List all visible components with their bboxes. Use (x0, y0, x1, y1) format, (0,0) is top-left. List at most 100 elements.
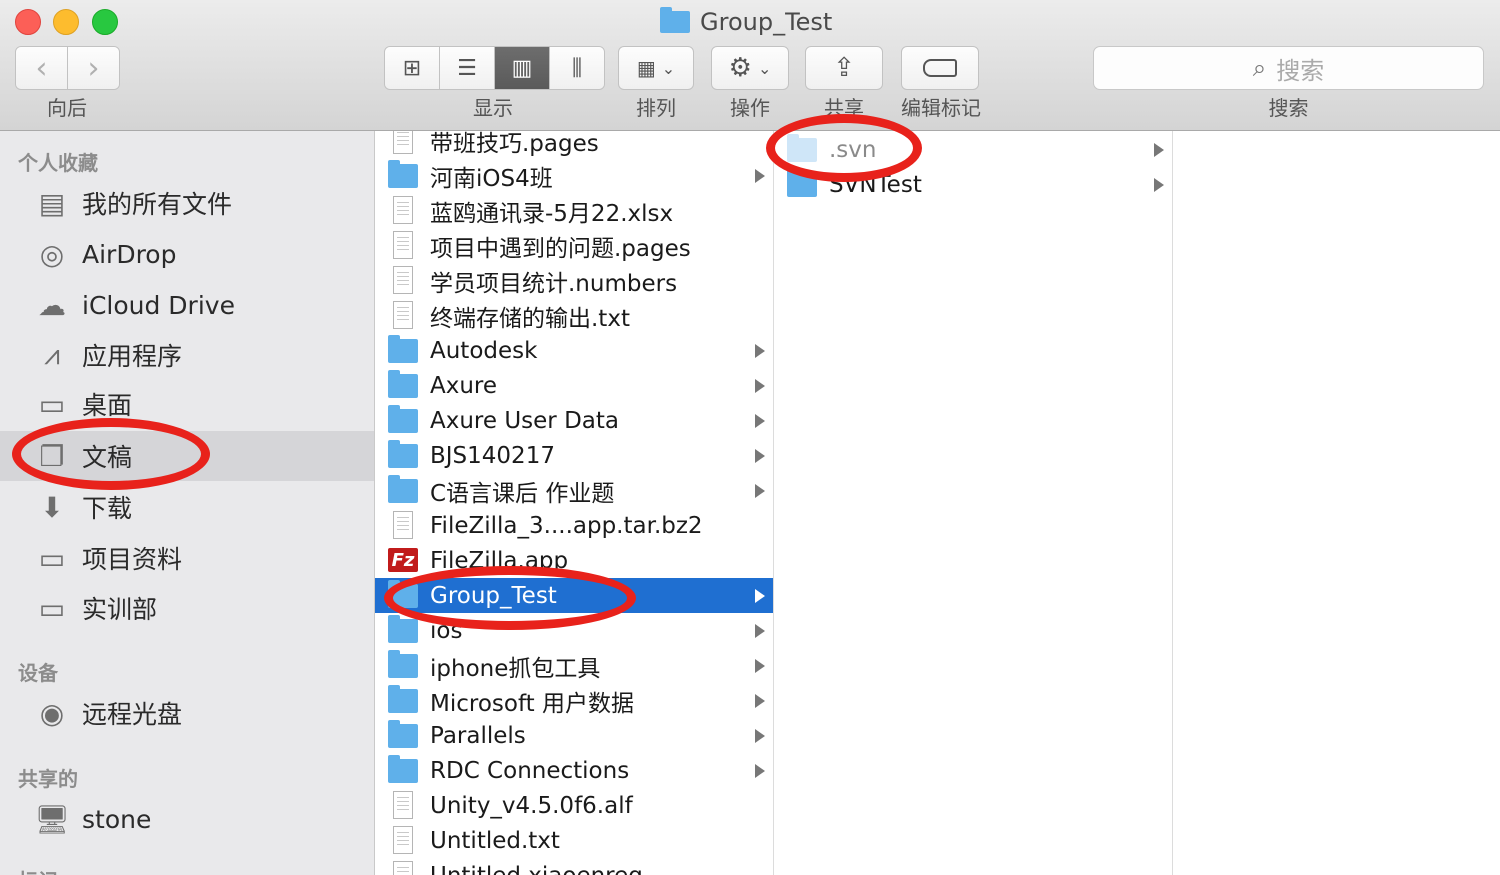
file-name: C语言课后 作业题 (430, 480, 615, 507)
sidebar-item-label: 应用程序 (82, 342, 183, 371)
folder-row-selected[interactable]: Group_Test (375, 578, 773, 613)
sidebar-item-label: 我的所有文件 (82, 190, 233, 219)
disclosure-arrow-icon (755, 693, 765, 708)
folder-row[interactable]: 河南iOS4班 (375, 158, 773, 193)
close-button[interactable] (15, 9, 41, 35)
folder-row-svn[interactable]: .svn (774, 132, 1172, 167)
file-row[interactable]: 学员项目统计.numbers (375, 263, 773, 298)
folder-row[interactable]: Parallels (375, 718, 773, 753)
folder-row[interactable]: Microsoft 用户数据 (375, 683, 773, 718)
file-name: FileZilla.app (430, 547, 569, 574)
file-row[interactable]: Untitled.txt (375, 823, 773, 858)
disclosure-arrow-icon (755, 168, 765, 183)
coverflow-view-button[interactable]: ⫼ (550, 47, 604, 89)
file-name: Parallels (430, 722, 526, 749)
file-name: FileZilla_3....app.tar.bz2 (430, 512, 703, 539)
sidebar-item-all-files[interactable]: ▤ 我的所有文件 (0, 178, 374, 228)
folder-icon: ▭ (38, 591, 66, 625)
file-row[interactable]: Unity_v4.5.0f6.alf (375, 788, 773, 823)
file-name: SVNTest (829, 171, 922, 198)
sidebar-item-label: iCloud Drive (82, 290, 235, 320)
sidebar-item-project-files[interactable]: ▭ 项目资料 (0, 533, 374, 583)
file-name: ios (430, 617, 463, 644)
document-icon (393, 861, 413, 875)
disclosure-arrow-icon (755, 378, 765, 393)
folder-row[interactable]: BJS140217 (375, 438, 773, 473)
list-view-button[interactable]: ☰ (440, 47, 495, 89)
file-name: Untitled.txt (430, 827, 560, 854)
file-row[interactable]: FileZilla_3....app.tar.bz2 (375, 508, 773, 543)
sidebar-item-applications[interactable]: ⩘ 应用程序 (0, 330, 374, 380)
disclosure-arrow-icon (755, 728, 765, 743)
sidebar-item-airdrop[interactable]: ◎ AirDrop (0, 229, 374, 279)
sidebar-item-documents[interactable]: ❐ 文稿 (0, 431, 374, 481)
file-name: 蓝鸥通讯录-5月22.xlsx (430, 200, 674, 227)
minimize-button[interactable] (53, 9, 79, 35)
disclosure-arrow-icon (755, 623, 765, 638)
folder-row[interactable]: RDC Connections (375, 753, 773, 788)
file-row[interactable]: 项目中遇到的问题.pages (375, 228, 773, 263)
folder-icon (388, 580, 418, 608)
file-name: BJS140217 (430, 442, 555, 469)
search-placeholder: 搜索 (1276, 56, 1325, 85)
view-switcher: ⊞ ☰ ▥ ⫼ (384, 46, 605, 90)
action-button[interactable]: ⚙ ⌄ (711, 46, 789, 90)
computer-icon: 🖥 (34, 802, 70, 836)
folder-icon (388, 720, 418, 748)
folder-row[interactable]: Axure User Data (375, 403, 773, 438)
spreadsheet-icon (393, 196, 413, 224)
tags-button[interactable] (901, 46, 979, 90)
chevron-down-icon: ⌄ (757, 58, 772, 78)
cloud-icon: ☁ (38, 288, 66, 322)
file-row[interactable]: 带班技巧.pages (375, 131, 773, 158)
column-view-button[interactable]: ▥ (495, 47, 550, 89)
search-label: 搜索 (1268, 96, 1309, 120)
sidebar-item-remote-disc[interactable]: ◉ 远程光盘 (0, 688, 374, 738)
folder-row[interactable]: Axure (375, 368, 773, 403)
forward-button[interactable]: › (68, 47, 119, 89)
disclosure-arrow-icon (755, 343, 765, 358)
folder-row[interactable]: ios (375, 613, 773, 648)
folder-row-svntest[interactable]: SVNTest (774, 167, 1172, 202)
download-icon: ⬇ (40, 490, 64, 524)
folder-icon (388, 405, 418, 433)
sidebar-item-desktop[interactable]: ▭ 桌面 (0, 379, 374, 429)
view-label: 显示 (473, 96, 513, 120)
folder-row[interactable]: C语言课后 作业题 (375, 473, 773, 508)
document-icon (393, 231, 413, 259)
folder-icon (388, 650, 418, 678)
file-name: Untitled.xiaoenreg (430, 863, 643, 875)
share-button[interactable]: ⇪ (805, 46, 883, 90)
file-row[interactable]: Untitled.xiaoenreg (375, 858, 773, 875)
sidebar-item-icloud-drive[interactable]: ☁ iCloud Drive (0, 280, 374, 330)
file-row[interactable]: 蓝鸥通讯录-5月22.xlsx (375, 193, 773, 228)
document-icon (393, 266, 413, 294)
folder-icon (388, 615, 418, 643)
file-name: iphone抓包工具 (430, 655, 601, 682)
sidebar-item-label: AirDrop (82, 239, 177, 269)
sidebar-item-training[interactable]: ▭ 实训部 (0, 583, 374, 633)
folder-icon (787, 169, 817, 197)
back-button[interactable]: ‹ (16, 47, 68, 89)
arrange-label: 排列 (636, 96, 676, 120)
search-field[interactable]: ⌕ 搜索 (1093, 46, 1484, 90)
file-row[interactable]: 终端存储的输出.txt (375, 298, 773, 333)
folder-icon (388, 440, 418, 468)
arrange-icon: ▦ (636, 56, 656, 80)
icon-view-button[interactable]: ⊞ (385, 47, 440, 89)
devices-header: 设备 (18, 661, 58, 685)
folder-row[interactable]: iphone抓包工具 (375, 648, 773, 683)
folder-row[interactable]: Autodesk (375, 333, 773, 368)
arrange-button[interactable]: ▦ ⌄ (618, 46, 694, 90)
sidebar-item-downloads[interactable]: ⬇ 下载 (0, 482, 374, 532)
sidebar-item-label: 文稿 (82, 443, 133, 472)
folder-icon (787, 134, 817, 162)
disclosure-arrow-icon (755, 658, 765, 673)
sidebar-item-label: 桌面 (82, 391, 133, 420)
file-row[interactable]: Fz FileZilla.app (375, 543, 773, 578)
file-name: 学员项目统计.numbers (430, 270, 678, 297)
sidebar-item-stone[interactable]: 🖥 stone (0, 794, 374, 844)
coverflow-icon: ⫼ (571, 55, 583, 81)
zoom-button[interactable] (92, 9, 118, 35)
disclosure-arrow-icon (755, 448, 765, 463)
